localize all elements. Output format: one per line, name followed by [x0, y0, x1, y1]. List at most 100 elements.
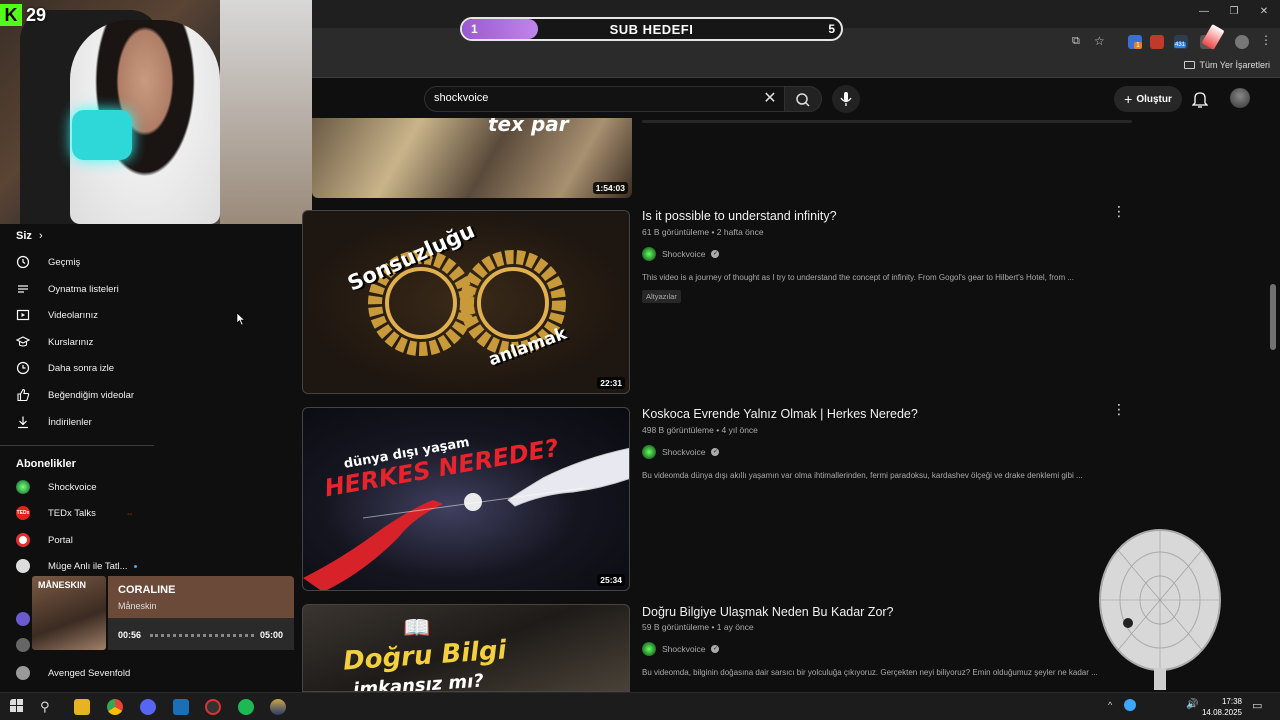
tray-app-icon[interactable]: [1124, 699, 1136, 711]
live-indicator-icon: ⇔: [125, 508, 134, 518]
tray-chevron-up-icon[interactable]: ^: [1108, 700, 1112, 710]
thumbnail-text: tex par: [488, 118, 569, 136]
video-channel[interactable]: Shockvoice ✓: [642, 642, 720, 656]
verified-check-icon: ✓: [711, 250, 720, 258]
subscription-portal[interactable]: Portal: [16, 530, 73, 550]
video-channel[interactable]: Shockvoice ✓: [642, 247, 720, 261]
bookmark-star-icon[interactable]: ☆: [1094, 34, 1105, 48]
discord-icon[interactable]: [140, 699, 156, 715]
playlist-icon: [16, 282, 30, 296]
video-meta: 498 B görüntüleme • 4 yıl önce: [642, 425, 758, 435]
channel-avatar: [16, 559, 30, 573]
spotify-icon[interactable]: [238, 699, 254, 715]
sub-goal-target: 5: [828, 22, 835, 36]
sidebar-item-label: Videolarınız: [48, 309, 98, 321]
video-thumbnail[interactable]: tex par 1:54:03: [312, 118, 632, 198]
search-icon[interactable]: ⚲: [40, 699, 56, 715]
search-button[interactable]: [784, 86, 822, 112]
watch-later-icon: [16, 361, 30, 375]
video-title[interactable]: Is it possible to understand infinity?: [642, 209, 837, 223]
divider: [642, 120, 1132, 123]
windows-start-icon[interactable]: [10, 699, 26, 715]
verified-check-icon: ✓: [711, 448, 720, 456]
captions-badge: Altyazılar: [642, 290, 681, 303]
subscription-shockvoice[interactable]: Shockvoice: [16, 477, 97, 497]
volume-icon[interactable]: 🔊: [1186, 699, 1198, 710]
video-options-kebab-icon[interactable]: ⋮: [1112, 402, 1126, 416]
account-avatar[interactable]: [1230, 88, 1250, 108]
mouse-cursor-icon: [236, 312, 246, 326]
clear-search-icon[interactable]: ✕: [760, 88, 780, 108]
notifications-bell-icon[interactable]: [1191, 90, 1209, 108]
channel-avatar: [642, 247, 656, 261]
your-videos-icon: [16, 308, 30, 322]
sidebar-item-watch-later[interactable]: Daha sonra izle: [16, 358, 114, 378]
sidebar-item-label: Oynatma listeleri: [48, 283, 119, 295]
restore-button[interactable]: ❐: [1224, 6, 1244, 17]
windows-taskbar: ⚲ ^ 🔊 17:38 14.08.2025 ▭: [0, 692, 1280, 720]
extension-badge: 1: [1134, 42, 1142, 49]
notification-center-icon[interactable]: ▭: [1252, 699, 1262, 712]
video-duration: 22:31: [597, 377, 625, 389]
channel-name: Shockvoice: [662, 644, 706, 654]
video-thumbnail[interactable]: dünya dışı yaşam HERKES NEREDE? 25:34: [302, 407, 630, 591]
scrollbar-thumb[interactable]: [1270, 284, 1276, 350]
minimize-button[interactable]: —: [1194, 6, 1214, 17]
video-meta: 59 B görüntüleme • 1 ay önce: [642, 622, 754, 632]
subscription-muge-anli[interactable]: Müge Anlı ile Tatl...: [16, 556, 137, 576]
sidebar-item-liked-videos[interactable]: Beğendiğim videolar: [16, 385, 134, 405]
clock-time: 17:38: [1221, 697, 1242, 706]
liked-videos-icon: [16, 388, 30, 402]
song-artist: Måneskin: [118, 601, 157, 611]
sidebar-item-history[interactable]: Geçmiş: [16, 252, 80, 272]
video-description: Bu videomda dünya dışı akıllı yaşamın va…: [642, 471, 1083, 480]
you-section-heading[interactable]: Siz ›: [16, 230, 43, 242]
menu-kebab-icon[interactable]: ⋮: [1260, 33, 1272, 47]
all-bookmarks-button[interactable]: Tüm Yer İşaretleri: [1184, 60, 1270, 70]
extension-icon[interactable]: [1150, 35, 1164, 49]
video-duration: 25:34: [597, 574, 625, 586]
fan-overlay-image: [1099, 529, 1221, 690]
video-thumbnail[interactable]: 📖 Doğru Bilgi imkansız mı?: [302, 604, 630, 692]
plus-icon: +: [1124, 91, 1133, 107]
video-description: This video is a journey of thought as I …: [642, 273, 1074, 282]
create-button[interactable]: + Oluştur: [1114, 86, 1182, 112]
video-title[interactable]: Koskoca Evrende Yalnız Olmak | Herkes Ne…: [642, 407, 918, 421]
install-app-icon[interactable]: ⧉: [1072, 35, 1080, 48]
game-launcher-icon[interactable]: [270, 699, 286, 715]
new-content-dot: [133, 564, 137, 568]
streaming-microphone: [72, 110, 132, 160]
video-meta: 61 B görüntüleme • 2 hafta önce: [642, 227, 764, 237]
subscription-label: Shockvoice: [48, 481, 97, 493]
voice-search-button[interactable]: [832, 85, 860, 113]
file-explorer-icon[interactable]: [74, 699, 90, 715]
obs-icon[interactable]: [205, 699, 221, 715]
app-icon[interactable]: [173, 699, 189, 715]
subscriptions-heading[interactable]: Abonelikler: [16, 458, 76, 470]
sidebar-item-courses[interactable]: Kurslarınız: [16, 332, 93, 352]
channel-avatar: [642, 445, 656, 459]
sub-goal-progress: 1 SUB HEDEFI 5: [460, 17, 843, 41]
kick-logo-icon: K: [0, 4, 22, 26]
sidebar-item-label: Beğendiğim videolar: [48, 389, 135, 401]
streamer-webcam: [0, 0, 312, 224]
sidebar-item-your-videos[interactable]: Videolarınız: [16, 305, 98, 325]
video-title[interactable]: Doğru Bilgiye Ulaşmak Neden Bu Kadar Zor…: [642, 605, 894, 619]
video-options-kebab-icon[interactable]: ⋮: [1112, 204, 1126, 218]
sidebar-item-playlists[interactable]: Oynatma listeleri: [16, 279, 119, 299]
clock-date: 14.08.2025: [1201, 708, 1242, 717]
sidebar-item-downloads[interactable]: İndirilenler: [16, 412, 92, 432]
subscription-label: Portal: [48, 534, 73, 546]
subscription-tedx[interactable]: TEDx TEDx Talks ⇔: [16, 503, 134, 523]
profile-avatar[interactable]: [1235, 35, 1249, 49]
chrome-icon[interactable]: [107, 699, 123, 715]
taskbar-clock[interactable]: 17:38 14.08.2025: [1202, 696, 1242, 718]
song-title: CORALINE: [118, 584, 176, 596]
subscription-avenged-sevenfold[interactable]: Avenged Sevenfold: [16, 663, 130, 683]
channel-avatar: [16, 480, 30, 494]
close-button[interactable]: ✕: [1254, 6, 1274, 17]
you-heading-label: Siz: [16, 230, 32, 242]
viewer-count: 29: [26, 4, 47, 25]
video-thumbnail[interactable]: Sonsuzluğu anlamak 22:31: [302, 210, 630, 394]
video-channel[interactable]: Shockvoice ✓: [642, 445, 720, 459]
